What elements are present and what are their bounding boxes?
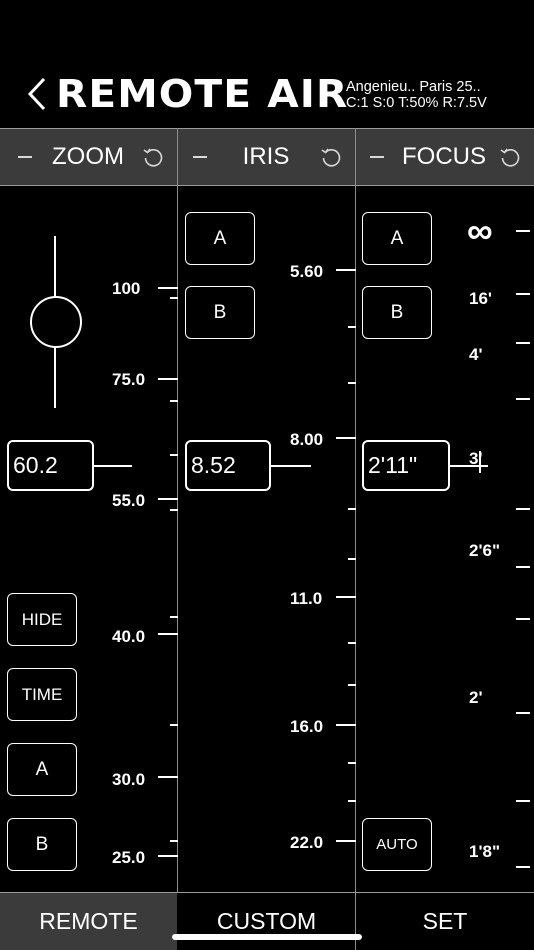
iris-tick-major: [336, 724, 356, 726]
iris-tick-minor: [348, 762, 356, 764]
zoom-tick-minor: [170, 454, 178, 456]
focus-preset-b-button[interactable]: B: [362, 286, 432, 339]
focus-tick-minor: [516, 866, 530, 868]
column-divider: [355, 128, 356, 950]
time-button[interactable]: TIME: [7, 668, 77, 721]
focus-tick-minor: [516, 800, 530, 802]
focus-value: 2'11": [368, 452, 418, 478]
focus-tick-minor: [516, 566, 530, 568]
app-title: REMOTE AIR: [56, 72, 349, 116]
back-chevron-icon[interactable]: [26, 76, 48, 112]
iris-scale-label: 11.0: [290, 589, 323, 608]
tab-custom[interactable]: CUSTOM: [178, 893, 355, 950]
focus-tick-minor: [516, 342, 530, 344]
zoom-scale-label: 40.0: [112, 627, 146, 646]
focus-minus-icon[interactable]: [370, 156, 384, 158]
zoom-scale-label: 75.0: [112, 370, 146, 389]
iris-tick-minor: [348, 800, 356, 802]
focus-scale-label: 2'6": [469, 541, 501, 560]
tab-set[interactable]: SET: [356, 893, 534, 950]
zoom-tick-minor: [170, 509, 178, 511]
iris-tick-major: [336, 437, 356, 439]
iris-tick-major: [336, 596, 356, 598]
home-indicator[interactable]: [172, 934, 362, 940]
zoom-value-box[interactable]: 60.2: [7, 440, 94, 491]
iris-scale-label: 8.00: [290, 430, 324, 449]
zoom-scale-label: 100: [112, 279, 141, 298]
focus-scale-label: 16': [469, 289, 492, 308]
zoom-tick-major: [158, 378, 178, 380]
iris-preset-b-button[interactable]: B: [185, 286, 255, 339]
column-divider: [177, 128, 178, 893]
zoom-tick-minor: [170, 616, 178, 618]
zoom-tick-major: [158, 633, 178, 635]
focus-tick-minor: [516, 508, 530, 510]
focus-preset-a-button[interactable]: A: [362, 212, 432, 265]
zoom-tick-minor: [170, 400, 178, 402]
iris-tick-minor: [348, 508, 356, 510]
focus-label: FOCUS: [402, 143, 486, 170]
zoom-preset-b-button[interactable]: B: [7, 818, 77, 871]
iris-value-box[interactable]: 8.52: [185, 440, 271, 491]
zoom-scale-label: 55.0: [112, 491, 146, 510]
focus-reset-icon[interactable]: [498, 145, 522, 169]
zoom-slider-knob[interactable]: [30, 296, 82, 348]
zoom-value: 60.2: [13, 452, 58, 478]
iris-label: IRIS: [242, 143, 290, 170]
tab-remote[interactable]: REMOTE: [0, 893, 177, 950]
zoom-tick-major: [158, 287, 178, 289]
focus-tick-minor: [516, 293, 530, 295]
iris-tick-minor: [348, 326, 356, 328]
focus-infinity-label: ∞: [467, 210, 493, 251]
zoom-tick-major: [158, 776, 178, 778]
iris-scale-label: 5.60: [290, 262, 324, 281]
zoom-scale-label: 25.0: [112, 848, 146, 867]
focus-scale-label: 4': [469, 345, 483, 364]
iris-minus-icon[interactable]: [193, 156, 207, 158]
auto-button[interactable]: AUTO: [362, 818, 432, 871]
focus-scale-label: 1'8": [469, 842, 501, 861]
focus-tick-minor: [516, 618, 530, 620]
zoom-minus-icon[interactable]: [18, 156, 32, 158]
hide-button[interactable]: HIDE: [7, 593, 77, 646]
zoom-tick-minor: [170, 724, 178, 726]
zoom-tick-major: [158, 855, 178, 857]
zoom-tick-major: [158, 498, 178, 500]
focus-tick-minor: [516, 398, 530, 400]
zoom-tick-minor: [170, 297, 178, 299]
focus-tick-minor: [516, 712, 530, 714]
zoom-preset-a-button[interactable]: A: [7, 743, 77, 796]
iris-tick-minor: [348, 684, 356, 686]
focus-scale-label: 2': [469, 688, 483, 707]
iris-tick-minor: [348, 382, 356, 384]
camera-status: C:1 S:0 T:50% R:7.5V: [346, 95, 487, 111]
focus-value-box[interactable]: 2'11": [362, 440, 450, 491]
zoom-reset-icon[interactable]: [141, 145, 165, 169]
iris-tick-major: [336, 840, 356, 842]
iris-reset-icon[interactable]: [319, 145, 343, 169]
iris-tick-major: [336, 269, 356, 271]
iris-tick-minor: [348, 558, 356, 560]
focus-position-indicator: [450, 465, 488, 467]
iris-scale-label: 16.0: [290, 717, 324, 736]
zoom-label: ZOOM: [52, 143, 124, 170]
zoom-position-indicator: [94, 465, 132, 467]
zoom-scale-label: 30.0: [112, 770, 146, 789]
focus-position-marker: [479, 451, 481, 473]
iris-value: 8.52: [191, 452, 236, 478]
lens-status: Angenieu.. Paris 25..: [346, 79, 481, 95]
iris-tick-minor: [348, 642, 356, 644]
focus-tick-minor: [516, 230, 530, 232]
iris-scale-label: 22.0: [290, 833, 324, 852]
zoom-tick-minor: [170, 840, 178, 842]
iris-position-indicator: [271, 465, 311, 467]
iris-preset-a-button[interactable]: A: [185, 212, 255, 265]
